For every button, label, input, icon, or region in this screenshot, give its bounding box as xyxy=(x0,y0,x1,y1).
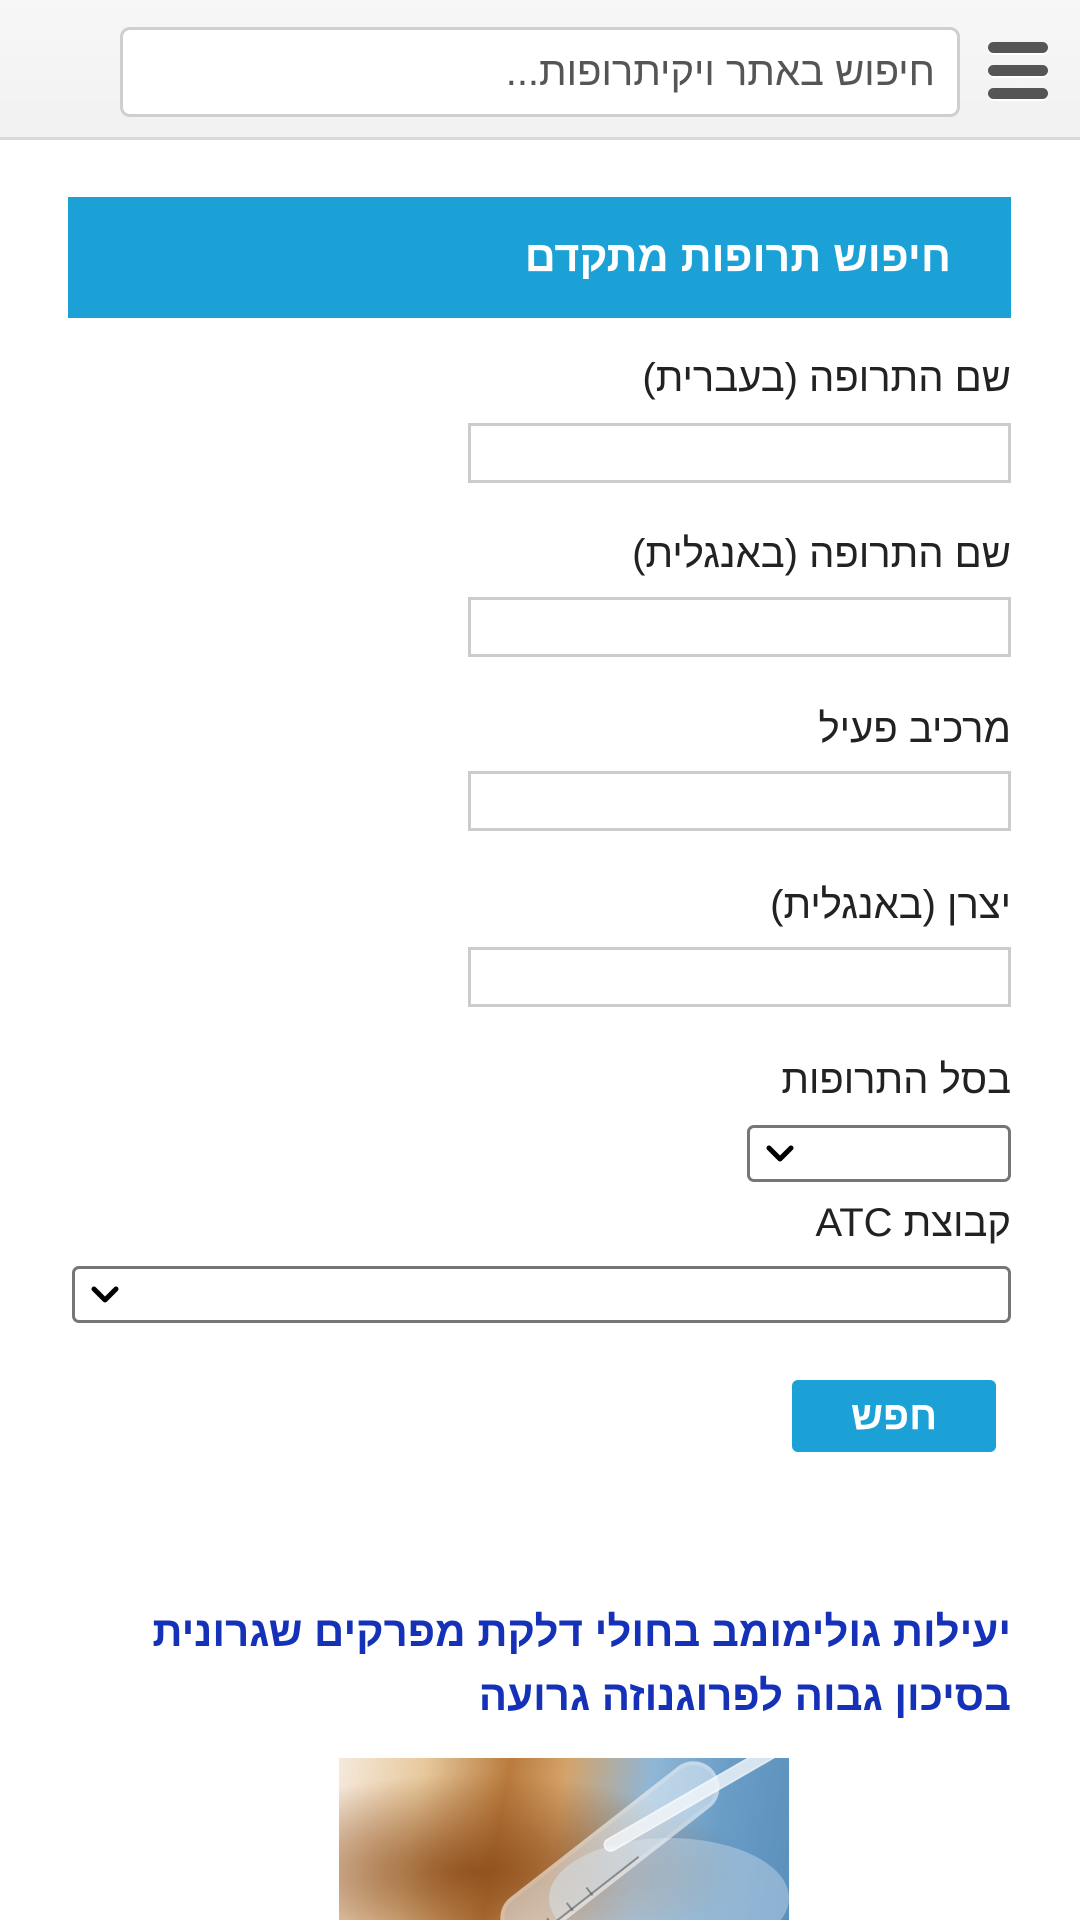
lab-glassware-photo[interactable] xyxy=(339,1758,789,1920)
hebrew-name-input[interactable] xyxy=(468,423,1011,483)
chevron-down-icon xyxy=(91,1286,119,1303)
active-ingredient-input[interactable] xyxy=(468,771,1011,831)
article-title-link[interactable]: יעילות גולימומב בחולי דלקת מפרקים שגרוני… xyxy=(111,1600,1011,1728)
lab-glassware-illustration xyxy=(339,1758,789,1920)
site-search-input[interactable] xyxy=(120,27,960,117)
hamburger-menu-icon[interactable] xyxy=(982,34,1054,106)
health-basket-select[interactable] xyxy=(747,1125,1011,1182)
advanced-search-title: חיפוש תרופות מתקדם xyxy=(68,197,1011,318)
manufacturer-label: יצרן (באנגלית) xyxy=(770,883,1011,927)
search-button[interactable]: חפש xyxy=(792,1380,996,1452)
health-basket-label: בסל התרופות xyxy=(781,1058,1011,1102)
english-name-input[interactable] xyxy=(468,597,1011,657)
english-name-label: שם התרופה (באנגלית) xyxy=(632,532,1011,576)
atc-group-label: קבוצת ATC xyxy=(815,1201,1012,1245)
chevron-down-icon xyxy=(766,1145,794,1162)
active-ingredient-label: מרכיב פעיל xyxy=(818,707,1011,751)
top-bar xyxy=(0,0,1080,140)
atc-group-select[interactable] xyxy=(72,1266,1011,1323)
hebrew-name-label: שם התרופה (בעברית) xyxy=(642,356,1011,400)
manufacturer-input[interactable] xyxy=(468,947,1011,1007)
